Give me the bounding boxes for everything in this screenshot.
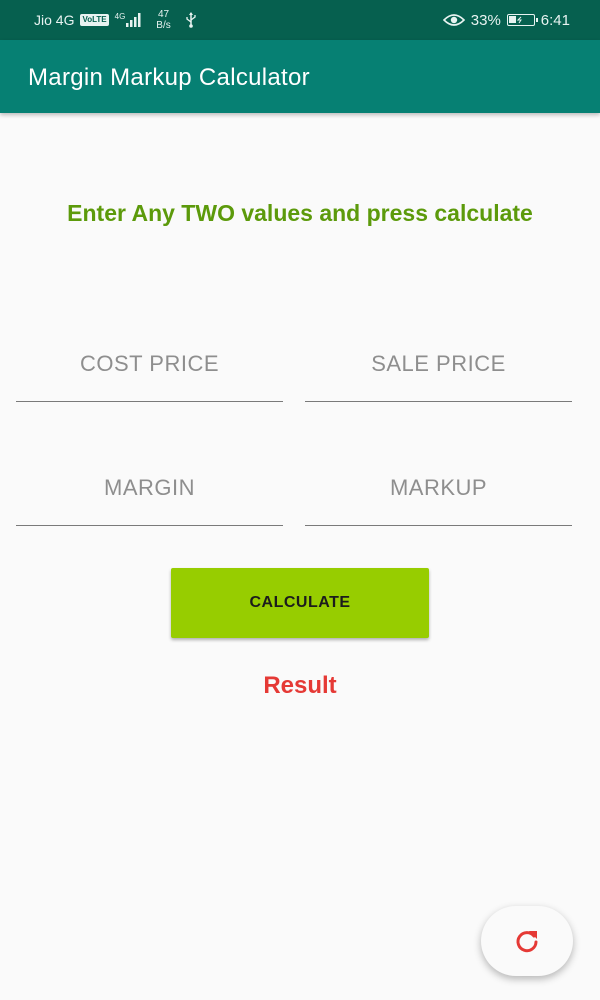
network-type-label: 4G [114, 12, 126, 21]
network-speed: 47 B/s [156, 9, 170, 31]
instruction-text: Enter Any TWO values and press calculate [67, 200, 533, 226]
battery-icon [506, 14, 538, 26]
net-speed-value: 47 [157, 9, 170, 20]
status-left: Jio 4G VoLTE 4G 47 B/s [34, 0, 197, 40]
sale-price-input[interactable] [305, 332, 572, 401]
usb-icon [185, 12, 197, 28]
refresh-button[interactable] [481, 906, 573, 976]
status-right: 33% 6:41 [442, 0, 570, 40]
margin-field-container [16, 456, 283, 526]
result-text: Result [263, 672, 337, 699]
net-speed-unit: B/s [156, 20, 171, 31]
sale-price-field-container [305, 332, 572, 402]
app-title: Margin Markup Calculator [28, 64, 310, 91]
volte-badge: VoLTE [80, 14, 109, 26]
cost-price-field-container [16, 332, 283, 402]
status-bar: Jio 4G VoLTE 4G 47 B/s 33% 6:41 [0, 0, 600, 40]
cost-price-input[interactable] [16, 332, 283, 401]
carrier-label: Jio 4G [34, 12, 75, 28]
calculate-button[interactable]: CALCULATE [171, 568, 429, 638]
margin-input[interactable] [16, 456, 283, 525]
clock: 6:41 [540, 11, 570, 29]
refresh-icon [513, 927, 541, 955]
signal-icon: 4G [115, 13, 143, 27]
markup-field-container [305, 456, 572, 526]
app-bar: Margin Markup Calculator [0, 40, 600, 113]
eye-icon [442, 13, 465, 27]
battery-percent: 33% [470, 11, 501, 29]
markup-input[interactable] [305, 456, 572, 525]
